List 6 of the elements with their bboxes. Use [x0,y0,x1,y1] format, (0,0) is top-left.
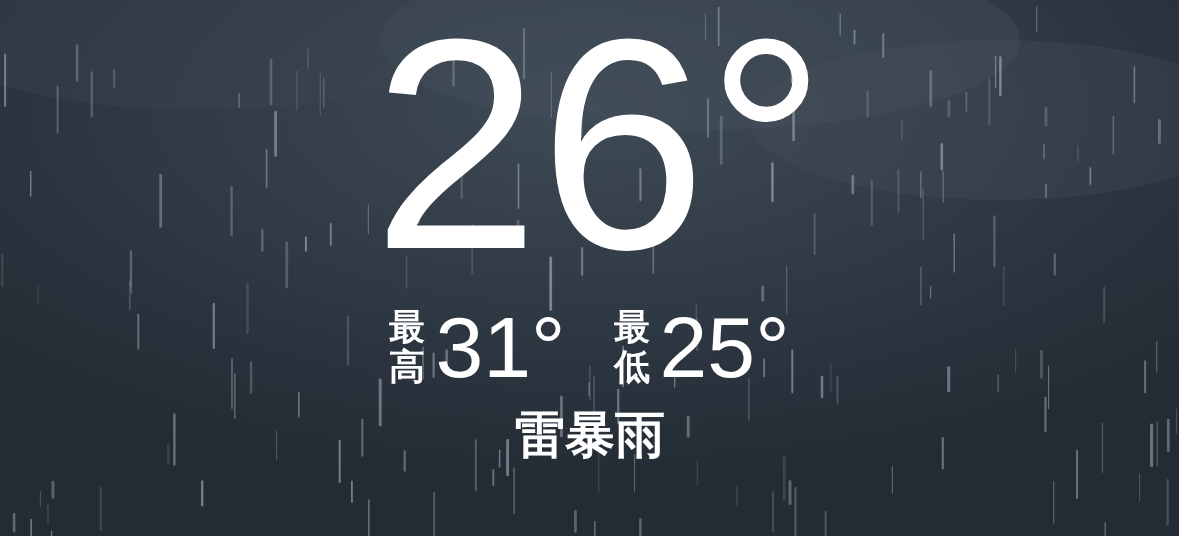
temperature-label: 最高 [389,307,426,387]
temperature-label: 最低 [613,307,650,387]
temperature-value: 31° [435,304,566,390]
current-temperature: 26° [372,24,827,264]
temperature-value: 25° [659,304,790,390]
weather-condition: 雷暴雨 [514,408,665,463]
